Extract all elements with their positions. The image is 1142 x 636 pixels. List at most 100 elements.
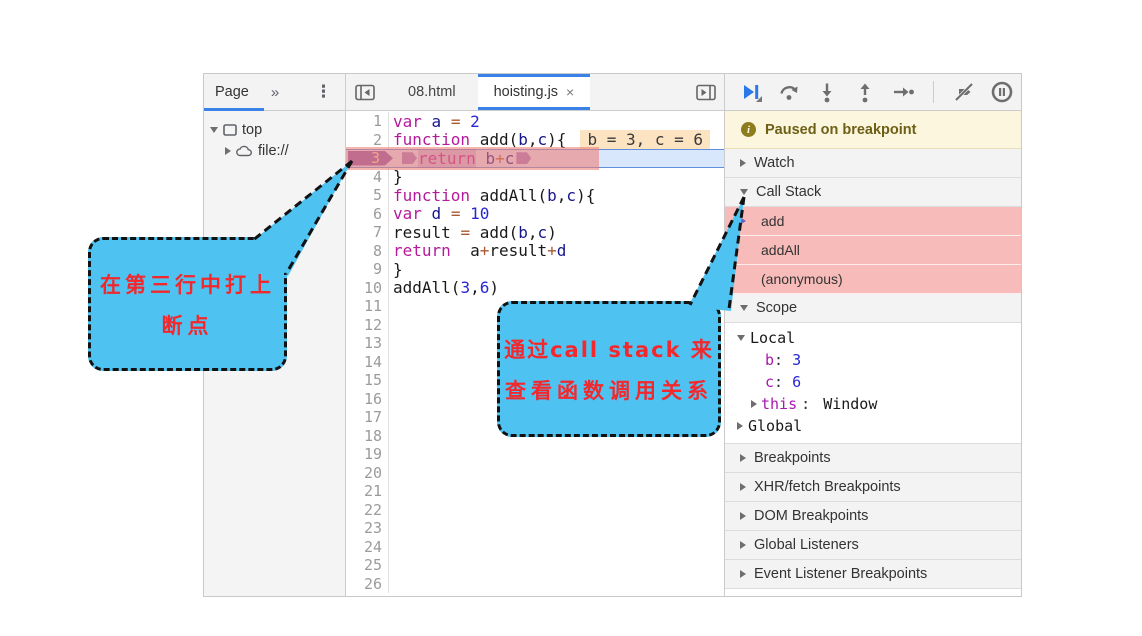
code-token: ){ <box>576 186 595 205</box>
section-call-stack[interactable]: Call Stack <box>725 178 1021 207</box>
line-number[interactable]: 15 <box>346 371 389 390</box>
debugger-panel: i Paused on breakpoint Watch Call Stack … <box>724 74 1021 596</box>
line-number[interactable]: 21 <box>346 482 389 501</box>
code-token: = <box>460 223 470 242</box>
resume-icon[interactable] <box>739 80 763 104</box>
bottom-sections: BreakpointsXHR/fetch BreakpointsDOM Brea… <box>725 444 1021 589</box>
tab-08-html[interactable]: 08.html <box>392 74 472 110</box>
chevron-right-icon[interactable] <box>740 570 746 578</box>
chevron-right-icon[interactable] <box>740 159 746 167</box>
line-number[interactable]: 13 <box>346 334 389 353</box>
call-stack-frame[interactable]: (anonymous) <box>725 265 1021 294</box>
debugger-toolbar <box>725 74 1021 111</box>
kebab-menu-icon[interactable]: ⋮ <box>315 82 332 102</box>
scope-global[interactable]: Global <box>725 415 1021 437</box>
tab-hoisting-js[interactable]: hoisting.js × <box>478 74 591 110</box>
code-token: function <box>393 186 470 205</box>
code-token: } <box>393 260 403 279</box>
line-number[interactable]: 25 <box>346 556 389 575</box>
section-scope[interactable]: Scope <box>725 294 1021 323</box>
step-over-icon[interactable] <box>777 80 801 104</box>
section-event-listener-breakpoints[interactable]: Event Listener Breakpoints <box>725 560 1021 589</box>
chevron-right-icon[interactable] <box>740 541 746 549</box>
annotation-text: 通过call stack 来 <box>504 334 714 364</box>
code-text: } <box>389 260 403 279</box>
step-into-icon[interactable] <box>815 80 839 104</box>
line-number[interactable]: 11 <box>346 297 389 316</box>
section-watch[interactable]: Watch <box>725 149 1021 178</box>
tree-item-file[interactable]: file:// <box>204 140 345 161</box>
hide-navigator-icon[interactable] <box>352 80 378 104</box>
step-icon[interactable] <box>891 80 915 104</box>
scope-variable[interactable]: b: 3 <box>725 349 1021 371</box>
section-global-listeners[interactable]: Global Listeners <box>725 531 1021 560</box>
code-token: ( <box>451 278 461 297</box>
annotation-bubble-callstack: 通过call stack 来 查看函数调用关系 <box>497 301 721 437</box>
code-token: } <box>393 167 403 186</box>
show-panel-icon[interactable] <box>693 80 719 104</box>
code-line: 7result = add(b,c) <box>346 223 724 242</box>
code-text: var d = 10 <box>389 204 489 223</box>
chevron-down-icon[interactable] <box>210 127 218 133</box>
chevron-down-icon[interactable] <box>740 189 748 195</box>
more-tabs-icon[interactable]: » <box>271 84 277 101</box>
line-number[interactable]: 14 <box>346 353 389 372</box>
call-stack-frames: add addAll(anonymous) <box>725 207 1021 294</box>
line-number[interactable]: 8 <box>346 242 389 261</box>
deactivate-breakpoints-icon[interactable] <box>952 80 976 104</box>
section-dom-breakpoints[interactable]: DOM Breakpoints <box>725 502 1021 531</box>
step-out-icon[interactable] <box>853 80 877 104</box>
line-number[interactable]: 16 <box>346 390 389 409</box>
variable-name: b <box>765 351 774 369</box>
code-token: a <box>432 112 442 131</box>
line-number[interactable]: 7 <box>346 223 389 242</box>
code-token: b <box>518 223 528 242</box>
call-stack-frame[interactable]: add <box>725 207 1021 236</box>
line-number[interactable]: 5 <box>346 186 389 205</box>
chevron-right-icon[interactable] <box>751 400 757 408</box>
variable-value: Window <box>823 395 877 413</box>
line-number[interactable]: 6 <box>346 205 389 224</box>
call-stack-frame[interactable]: addAll <box>725 236 1021 265</box>
scope-local[interactable]: Local <box>725 327 1021 349</box>
chevron-right-icon[interactable] <box>225 147 231 155</box>
chevron-right-icon[interactable] <box>740 483 746 491</box>
tree-item-top[interactable]: top <box>204 119 345 140</box>
line-number[interactable]: 4 <box>346 168 389 187</box>
chevron-down-icon[interactable] <box>740 305 748 311</box>
line-number[interactable]: 22 <box>346 501 389 520</box>
annotation-text: 查看函数调用关系 <box>505 375 713 405</box>
code-line: 8return a+result+d <box>346 242 724 261</box>
section-xhr-fetch-breakpoints[interactable]: XHR/fetch Breakpoints <box>725 473 1021 502</box>
info-icon: i <box>741 122 756 137</box>
variable-value: 3 <box>792 351 801 369</box>
frame-label: add <box>761 213 784 229</box>
navigator-tabbar: Page » ⋮ <box>204 74 345 111</box>
chevron-right-icon[interactable] <box>740 512 746 520</box>
line-number[interactable]: 17 <box>346 408 389 427</box>
code-token: = <box>451 204 461 223</box>
line-number[interactable]: 12 <box>346 316 389 335</box>
line-number[interactable]: 26 <box>346 575 389 594</box>
line-number[interactable]: 19 <box>346 445 389 464</box>
chevron-right-icon[interactable] <box>737 422 743 430</box>
line-number[interactable]: 23 <box>346 519 389 538</box>
line-number[interactable]: 1 <box>346 112 389 131</box>
line-number[interactable]: 10 <box>346 279 389 298</box>
close-tab-icon[interactable]: × <box>566 84 574 100</box>
chevron-right-icon[interactable] <box>740 454 746 462</box>
scope-variable[interactable]: c: 6 <box>725 371 1021 393</box>
scope-variable[interactable]: this: Window <box>725 393 1021 415</box>
code-token: ( <box>509 223 519 242</box>
tab-page[interactable]: Page <box>204 74 263 110</box>
chevron-down-icon[interactable] <box>737 335 745 341</box>
line-number[interactable]: 9 <box>346 260 389 279</box>
line-number[interactable]: 18 <box>346 427 389 446</box>
line-number[interactable]: 20 <box>346 464 389 483</box>
pause-on-exceptions-icon[interactable] <box>990 80 1014 104</box>
code-token: 3 <box>460 278 470 297</box>
paused-message: Paused on breakpoint <box>765 122 916 138</box>
code-line: 22 <box>346 501 724 520</box>
section-breakpoints[interactable]: Breakpoints <box>725 444 1021 473</box>
line-number[interactable]: 24 <box>346 538 389 557</box>
